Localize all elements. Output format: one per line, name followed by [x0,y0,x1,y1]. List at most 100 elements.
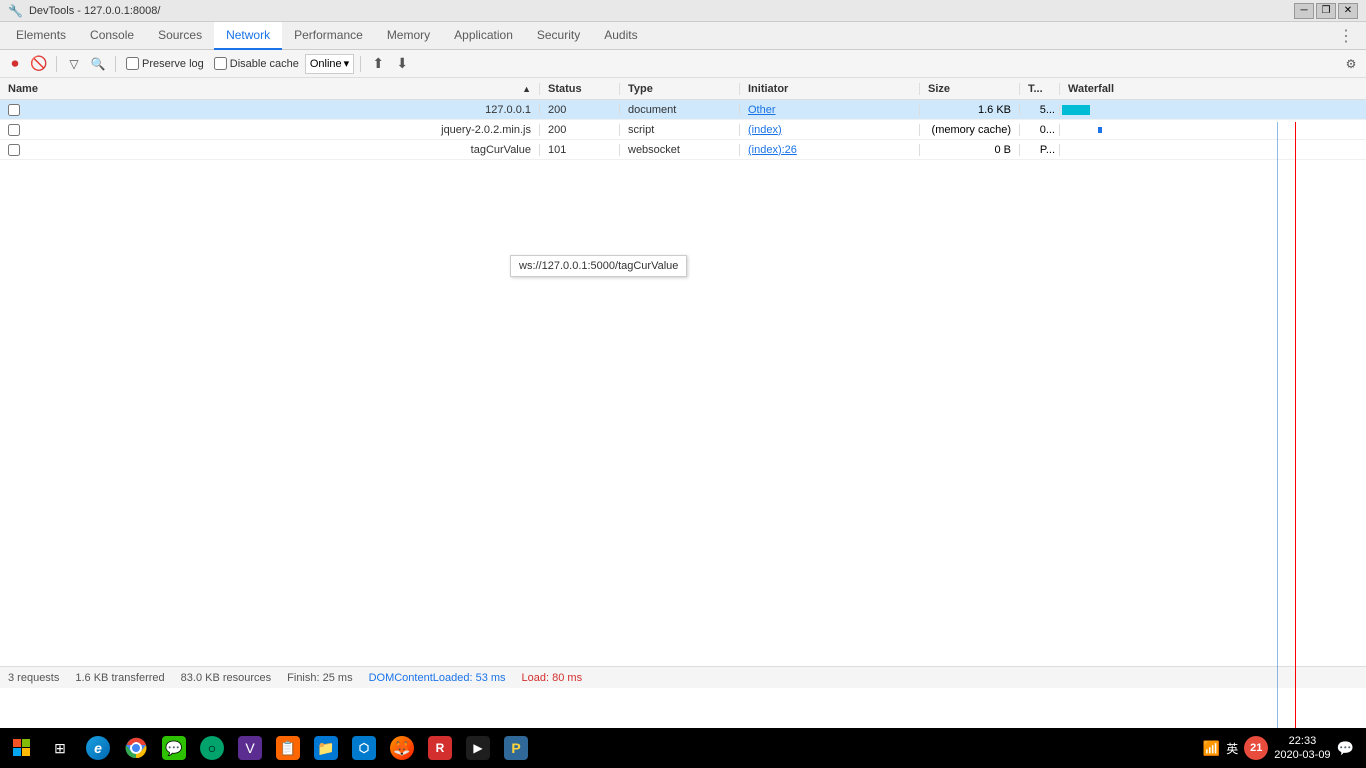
row3-status: 101 [540,144,620,156]
tab-audits[interactable]: Audits [592,22,649,50]
disable-cache-label[interactable]: Disable cache [214,57,299,70]
task-view-icon: ⊞ [54,740,66,757]
row1-name-text: 127.0.0.1 [485,104,531,116]
tab-application[interactable]: Application [442,22,525,50]
row1-waterfall-bar [1062,105,1090,115]
disable-cache-checkbox[interactable] [214,57,227,70]
taskbar-ie[interactable]: e [80,730,116,766]
record-button[interactable]: ⏺ [4,53,26,75]
taskbar-app8[interactable]: 📁 [308,730,344,766]
row3-waterfall [1060,140,1366,160]
app9-icon: ⬡ [352,736,376,760]
user-avatar[interactable]: 21 [1244,736,1268,760]
tab-network[interactable]: Network [214,22,282,50]
clock-date: 2020-03-09 [1274,748,1330,762]
vs-icon: V [238,736,262,760]
taskbar-terminal[interactable]: ▶ [460,730,496,766]
preserve-log-checkbox[interactable] [126,57,139,70]
taskbar-firefox[interactable]: 🦊 [384,730,420,766]
network-toolbar: ⏺ 🚫 ▽ 🔍 Preserve log Disable cache Onlin… [0,50,1366,78]
table-row[interactable]: tagCurValue 101 websocket (index):26 0 B… [0,140,1366,160]
start-button[interactable] [4,730,40,766]
search-button[interactable]: 🔍 [87,53,109,75]
row3-checkbox[interactable] [8,144,20,156]
row2-name: jquery-2.0.2.min.js [0,124,540,136]
separator-2 [115,56,116,72]
app5-icon: ○ [200,736,224,760]
table-row[interactable]: 127.0.0.1 200 document Other 1.6 KB 5... [0,100,1366,120]
table-header: Name ▲ Status Type Initiator Size T... W… [0,78,1366,100]
taskbar-chrome[interactable] [118,730,154,766]
taskbar-vs[interactable]: V [232,730,268,766]
row2-waterfall-bar [1098,127,1102,133]
row1-status: 200 [540,104,620,116]
row2-checkbox[interactable] [8,124,20,136]
header-waterfall[interactable]: Waterfall [1060,83,1366,95]
throttle-select[interactable]: Online ▾ [305,54,354,74]
status-bar: 3 requests 1.6 KB transferred 83.0 KB re… [0,666,1366,688]
row2-size: (memory cache) [920,124,1020,136]
preserve-log-label[interactable]: Preserve log [126,57,204,70]
row1-initiator[interactable]: Other [740,104,920,116]
tab-performance[interactable]: Performance [282,22,375,50]
tooltip-text: ws://127.0.0.1:5000/tagCurValue [519,260,678,272]
windows-icon [13,739,31,757]
import-button[interactable]: ⬆ [367,53,389,75]
restore-button[interactable]: ❐ [1316,3,1336,19]
task-view-button[interactable]: ⊞ [42,730,78,766]
taskbar: ⊞ e 💬 ○ V 📋 📁 ⬡ 🦊 R ▶ P [0,728,1366,768]
row3-initiator[interactable]: (index):26 [740,144,920,156]
taskbar-wechat[interactable]: 💬 [156,730,192,766]
header-type[interactable]: Type [620,83,740,95]
tab-security[interactable]: Security [525,22,592,50]
row2-initiator[interactable]: (index) [740,124,920,136]
tab-memory[interactable]: Memory [375,22,442,50]
header-name[interactable]: Name ▲ [0,83,540,95]
throttle-label: Online [310,58,342,70]
row1-type: document [620,104,740,116]
row3-size: 0 B [920,144,1020,156]
row1-time: 5... [1020,104,1060,116]
wechat-icon: 💬 [162,736,186,760]
row3-name-text: tagCurValue [471,144,531,156]
header-status[interactable]: Status [540,83,620,95]
tab-console[interactable]: Console [78,22,146,50]
sort-arrow-name: ▲ [522,84,531,94]
export-button[interactable]: ⬇ [391,53,413,75]
row1-waterfall [1060,100,1366,120]
domcontentloaded-line [1277,122,1278,728]
header-initiator[interactable]: Initiator [740,83,920,95]
row1-checkbox[interactable] [8,104,20,116]
resources-size: 83.0 KB resources [181,672,272,684]
table-row[interactable]: jquery-2.0.2.min.js 200 script (index) (… [0,120,1366,140]
network-tray-icon[interactable]: 📶 [1203,740,1220,757]
row3-type: websocket [620,144,740,156]
table-area: 127.0.0.1 200 document Other 1.6 KB 5...… [0,100,1366,728]
finish-time: Finish: 25 ms [287,672,352,684]
filter-button[interactable]: ▽ [63,53,85,75]
taskbar-python[interactable]: P [498,730,534,766]
throttle-arrow: ▾ [344,57,350,70]
header-time[interactable]: T... [1020,83,1060,95]
settings-button[interactable]: ⚙ [1340,53,1362,75]
tab-sources[interactable]: Sources [146,22,214,50]
taskbar-app5[interactable]: ○ [194,730,230,766]
close-button[interactable]: ✕ [1338,3,1358,19]
notification-icon[interactable]: 💬 [1337,740,1354,757]
tab-elements[interactable]: Elements [4,22,78,50]
taskbar-app9[interactable]: ⬡ [346,730,382,766]
title-bar-controls: ─ ❐ ✕ [1294,3,1358,19]
more-tabs-button[interactable]: ⋮ [1330,26,1362,46]
minimize-button[interactable]: ─ [1294,3,1314,19]
chrome-icon [124,736,148,760]
row3-name: tagCurValue [0,144,540,156]
row2-name-text: jquery-2.0.2.min.js [441,124,531,136]
load-line [1295,122,1296,728]
header-size[interactable]: Size [920,83,1020,95]
clear-button[interactable]: 🚫 [28,53,50,75]
system-tray: 📶 英 21 22:33 2020-03-09 💬 [1195,734,1362,763]
taskbar-red[interactable]: R [422,730,458,766]
ime-indicator[interactable]: 英 [1226,740,1238,757]
app7-icon: 📋 [276,736,300,760]
taskbar-app7[interactable]: 📋 [270,730,306,766]
